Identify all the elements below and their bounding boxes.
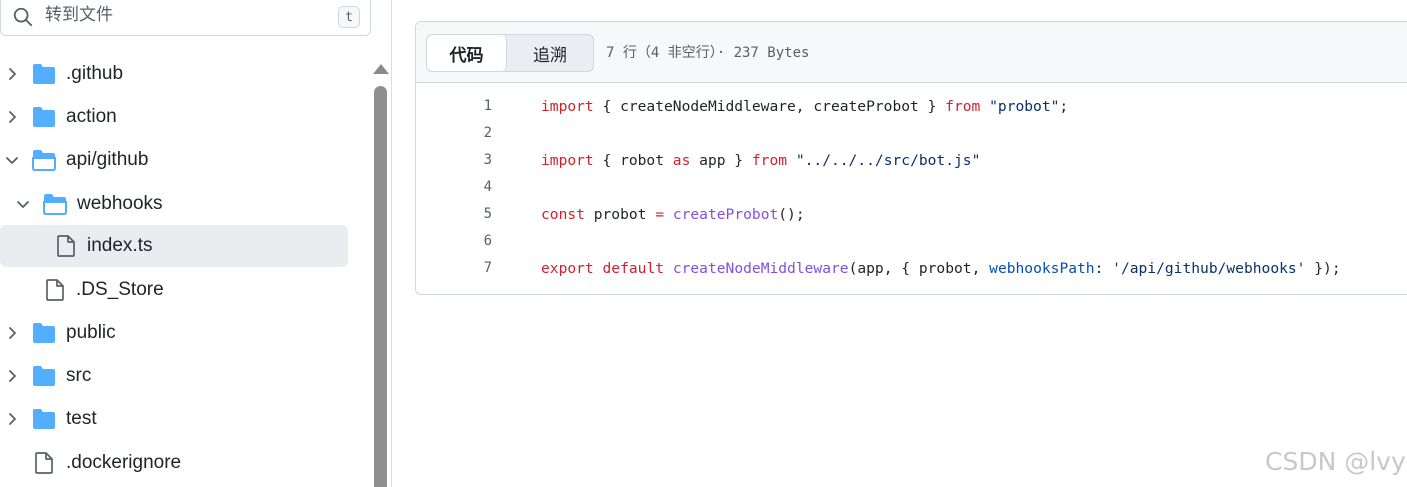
code-line: 3 import { robot as app } from "../../..… (416, 148, 1407, 175)
folder-open-icon (32, 150, 56, 171)
folder-icon (33, 366, 55, 386)
chevron-down-icon[interactable] (4, 152, 20, 168)
tree-item-label: src (66, 365, 92, 386)
scrollbar-thumb[interactable] (374, 86, 387, 487)
line-content: export default createNodeMiddleware(app,… (541, 260, 1341, 277)
chevron-right-icon[interactable] (4, 325, 20, 341)
tree-item-public-folder[interactable]: public (0, 312, 348, 354)
chevron-right-icon[interactable] (4, 66, 20, 82)
tab-code[interactable]: 代码 (427, 35, 507, 71)
line-number[interactable]: 1 (456, 98, 492, 114)
code-line: 4 (416, 175, 1407, 202)
tree-item-label: public (66, 322, 116, 343)
chevron-right-icon[interactable] (4, 368, 20, 384)
line-content: import { robot as app } from "../../../s… (541, 152, 981, 169)
tree-item-index-ts-file[interactable]: index.ts (0, 225, 348, 267)
watermark: CSDN @lvy- (1265, 447, 1407, 476)
code-viewer-header: 代码 追溯 7 行（4 非空行）· 237 Bytes (416, 22, 1407, 83)
file-icon (46, 279, 64, 301)
scroll-up-arrow-icon[interactable] (373, 64, 389, 74)
file-line-count-size: 7 行（4 非空行）· 237 Bytes (606, 45, 810, 61)
go-to-file-input[interactable] (45, 1, 325, 29)
view-mode-toggle: 代码 追溯 (426, 34, 594, 72)
folder-icon (33, 323, 55, 343)
tree-item-label: .dockerignore (66, 452, 182, 473)
search-icon (13, 7, 33, 27)
line-number[interactable]: 4 (456, 179, 492, 195)
line-number[interactable]: 5 (456, 206, 492, 222)
tree-item-action-folder[interactable]: action (0, 96, 348, 138)
file-tree-sidebar: t .github action api/github webhooks ind… (0, 0, 392, 487)
chevron-right-icon[interactable] (4, 109, 20, 125)
tree-item-label: .DS_Store (76, 279, 164, 300)
code-line: 1 import { createNodeMiddleware, createP… (416, 94, 1407, 121)
folder-open-icon (43, 194, 67, 215)
tree-item-label: webhooks (77, 193, 163, 214)
go-to-file-search[interactable]: t (0, 0, 371, 36)
line-number[interactable]: 2 (456, 125, 492, 141)
tree-item-ds-store-file[interactable]: .DS_Store (0, 269, 348, 311)
chevron-down-icon[interactable] (15, 196, 31, 212)
file-icon (57, 235, 75, 257)
tree-item-api-github-folder[interactable]: api/github (0, 139, 348, 181)
tree-item-test-folder[interactable]: test (0, 398, 348, 440)
code-line: 2 (416, 121, 1407, 148)
app-root: t .github action api/github webhooks ind… (0, 0, 1407, 487)
folder-icon (33, 64, 55, 84)
folder-icon (33, 409, 55, 429)
tree-item-github-folder[interactable]: .github (0, 53, 348, 95)
code-viewer: 代码 追溯 7 行（4 非空行）· 237 Bytes 1 import { c… (415, 21, 1407, 295)
code-line: 7 export default createNodeMiddleware(ap… (416, 256, 1407, 283)
tree-item-src-folder[interactable]: src (0, 355, 348, 397)
tab-blame[interactable]: 追溯 (507, 35, 593, 71)
tree-item-label: .github (66, 63, 124, 84)
tree-item-label: index.ts (87, 235, 153, 256)
code-line: 6 (416, 229, 1407, 256)
shortcut-key-hint: t (338, 6, 360, 28)
chevron-right-icon[interactable] (4, 411, 20, 427)
line-number[interactable]: 7 (456, 260, 492, 276)
tree-item-label: api/github (66, 149, 149, 170)
code-line: 5 const probot = createProbot(); (416, 202, 1407, 229)
line-number[interactable]: 3 (456, 152, 492, 168)
line-content: const probot = createProbot(); (541, 206, 805, 223)
tree-item-webhooks-folder[interactable]: webhooks (0, 183, 348, 225)
tree-item-dockerignore-file[interactable]: .dockerignore (0, 442, 348, 484)
tree-item-label: test (66, 408, 97, 429)
line-content: import { createNodeMiddleware, createPro… (541, 98, 1069, 115)
file-icon (35, 452, 53, 474)
tree-item-label: action (66, 106, 117, 127)
sidebar-scrollbar[interactable] (370, 60, 391, 487)
line-number[interactable]: 6 (456, 233, 492, 249)
folder-icon (33, 107, 55, 127)
